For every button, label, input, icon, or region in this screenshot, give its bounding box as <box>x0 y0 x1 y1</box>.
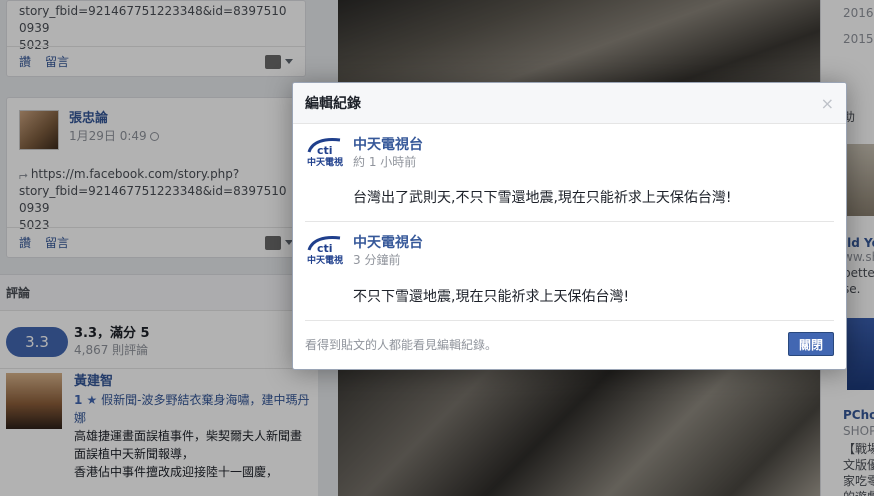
dialog-header: 編輯紀錄 × <box>293 83 846 124</box>
logo-text: 中天電視 <box>306 158 343 168</box>
edit-history-list: cti 中天電視 中天電視台 約 1 小時前 台灣出了武則天,不只下雪還地震,現… <box>293 124 846 321</box>
footer-note: 看得到貼文的人都能看見編輯紀錄。 <box>305 337 498 352</box>
page-name[interactable]: 中天電視台 <box>353 234 423 252</box>
edit-timestamp[interactable]: 約 1 小時前 <box>353 154 423 171</box>
edit-text: 台灣出了武則天,不只下雪還地震,現在只能祈求上天保佑台灣! <box>353 190 732 206</box>
list-item: cti 中天電視 中天電視台 約 1 小時前 台灣出了武則天,不只下雪還地震,現… <box>305 124 834 222</box>
list-item: cti 中天電視 中天電視台 3 分鐘前 不只下雪還地震,現在只能祈求上天保佑台… <box>305 222 834 321</box>
edit-timestamp[interactable]: 3 分鐘前 <box>353 252 423 269</box>
page-logo[interactable]: cti 中天電視 <box>305 234 345 274</box>
close-icon[interactable]: × <box>821 94 834 113</box>
edit-text: 不只下雪還地震,現在只能祈求上天保佑台灣! <box>353 289 630 305</box>
edit-history-dialog: 編輯紀錄 × cti 中天電視 中天電視台 約 1 小時前 台灣出了武則天,不只… <box>292 82 847 370</box>
page-name[interactable]: 中天電視台 <box>353 136 423 154</box>
close-button[interactable]: 關閉 <box>788 332 834 356</box>
svg-text:cti: cti <box>317 144 333 157</box>
cti-logo-icon: cti <box>307 236 341 255</box>
page-logo[interactable]: cti 中天電視 <box>305 136 345 176</box>
cti-logo-icon: cti <box>307 138 341 157</box>
dialog-footer: 看得到貼文的人都能看見編輯紀錄。 關閉 <box>293 319 846 369</box>
logo-text: 中天電視 <box>306 256 343 266</box>
dialog-title: 編輯紀錄 <box>305 96 361 112</box>
svg-text:cti: cti <box>317 242 333 255</box>
